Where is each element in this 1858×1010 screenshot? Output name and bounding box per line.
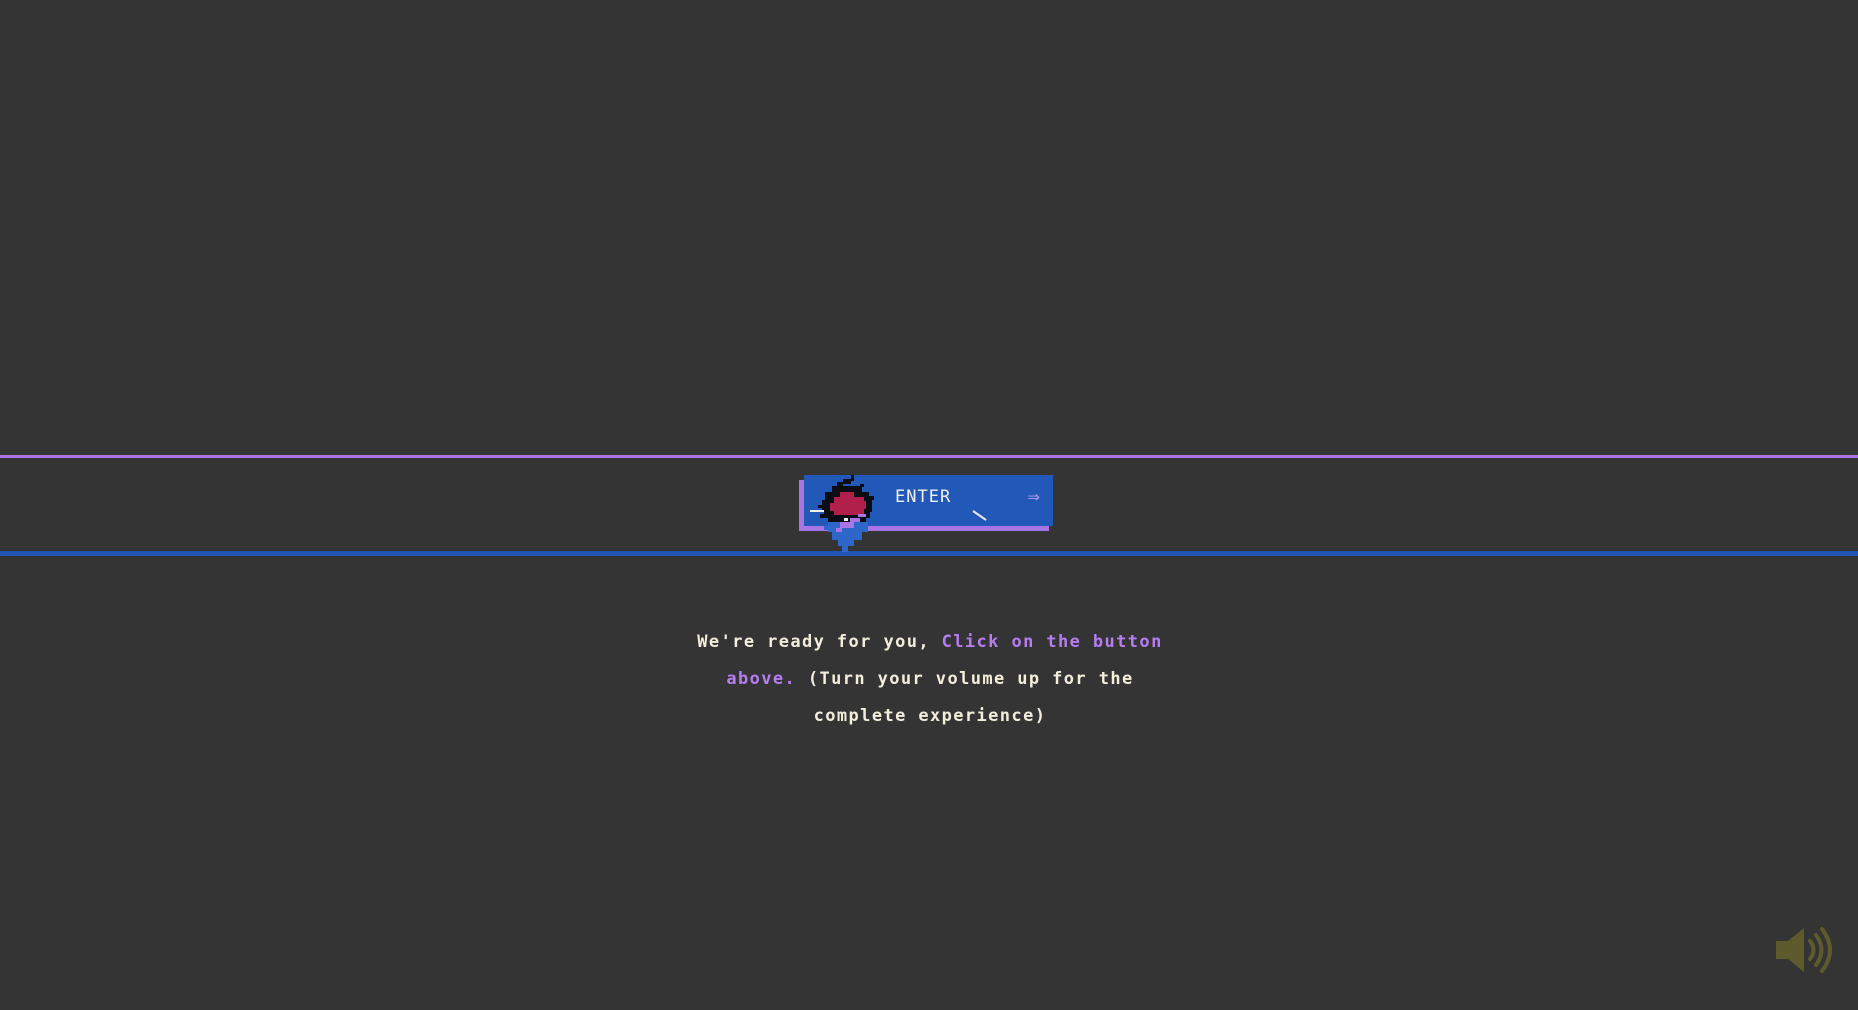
instruction-message: We're ready for you, Click on the button… [680, 624, 1180, 735]
landing-page: ENTER ⇒ We're ready for you, Click on th… [0, 0, 1858, 1010]
blue-divider-line [0, 551, 1858, 556]
purple-divider-line [0, 455, 1858, 458]
message-volume-hint: (Turn your volume up for the complete ex… [796, 669, 1134, 726]
enter-button[interactable]: ENTER ⇒ [804, 475, 1053, 526]
cursor-glitch-mark [972, 510, 987, 521]
enter-button-label: ENTER [895, 487, 952, 507]
message-intro: We're ready for you, [697, 632, 942, 652]
speaker-volume-icon[interactable] [1774, 924, 1836, 976]
arrow-right-icon: ⇒ [1027, 488, 1040, 506]
